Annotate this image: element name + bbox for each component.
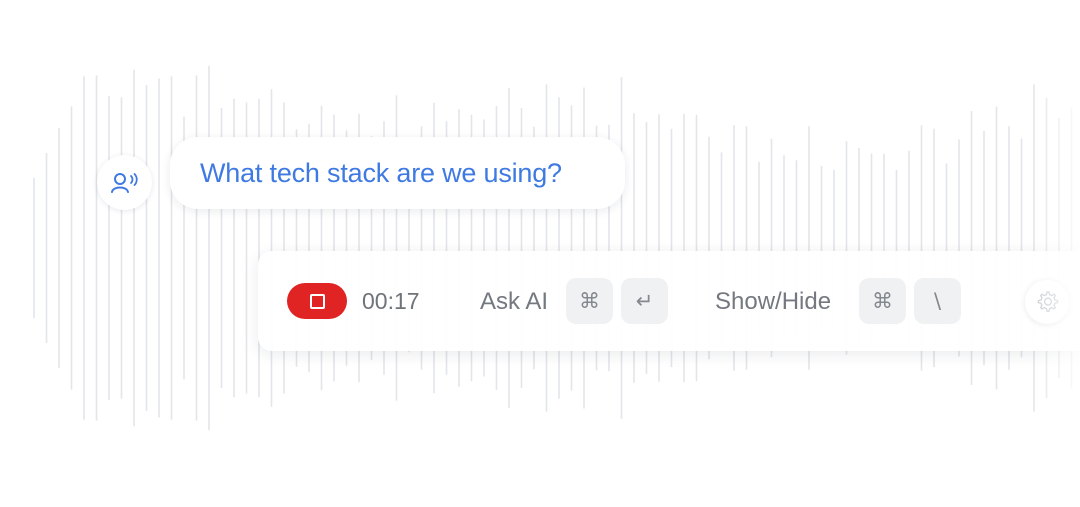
question-text: What tech stack are we using? — [200, 157, 562, 188]
gear-icon — [1037, 291, 1059, 312]
speaker-avatar — [97, 155, 152, 210]
show-hide-backslash-key[interactable]: \ — [914, 278, 961, 324]
show-hide-command-key[interactable]: ⌘ — [859, 278, 906, 324]
stop-recording-button[interactable] — [287, 283, 347, 319]
stop-icon — [309, 293, 325, 309]
recording-timer: 00:17 — [362, 288, 420, 314]
show-hide-label[interactable]: Show/Hide — [715, 287, 831, 317]
speaker-listening-icon — [110, 172, 138, 193]
settings-button[interactable] — [1025, 280, 1069, 324]
question-bubble: What tech stack are we using? — [170, 137, 625, 209]
stage: What tech stack are we using? 00:17 Ask … — [0, 0, 1080, 507]
ask-ai-command-key[interactable]: ⌘ — [566, 278, 613, 324]
ask-ai-label[interactable]: Ask AI — [480, 287, 548, 317]
ask-ai-enter-key[interactable]: ↵ — [621, 278, 668, 324]
